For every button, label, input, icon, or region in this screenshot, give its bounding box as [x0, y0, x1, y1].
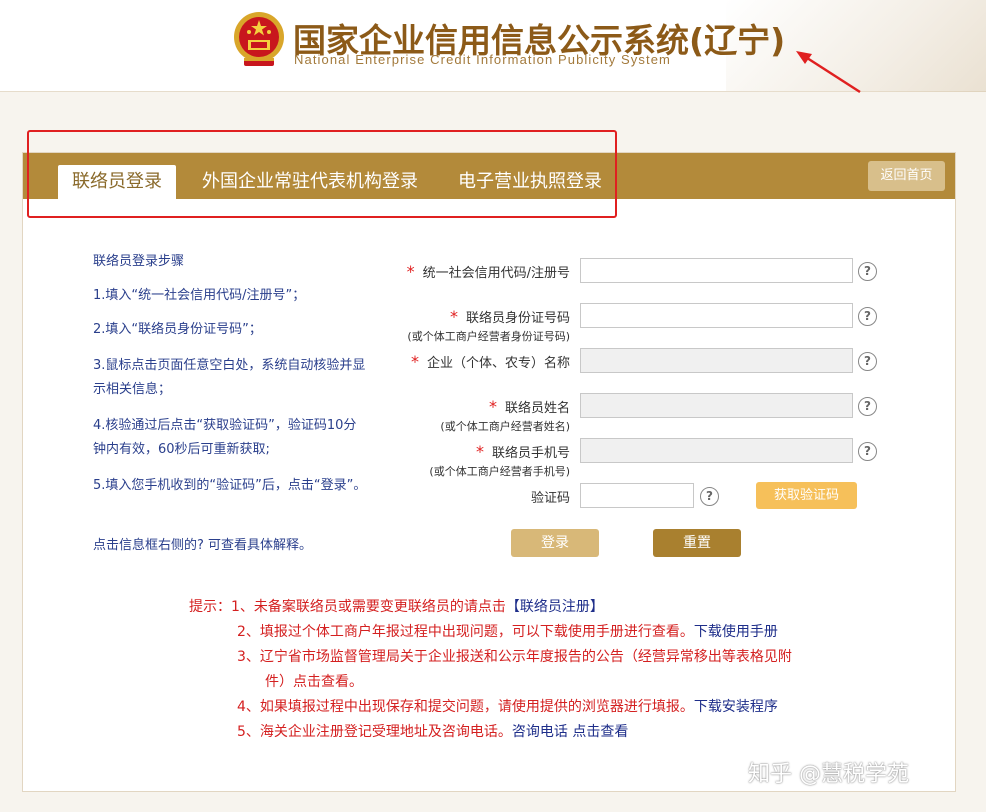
- login-button[interactable]: 登录: [511, 529, 599, 557]
- tip-3-line2[interactable]: 件）点击查看。: [265, 672, 363, 692]
- site-header: 国家企业信用信息公示系统(辽宁) National Enterprise Cre…: [0, 0, 986, 94]
- tip-2: 2、填报过个体工商户年报过程中出现问题，可以下载使用手册进行查看。下载使用手册: [237, 624, 778, 640]
- required-mark: *: [488, 397, 497, 416]
- help-icon[interactable]: ?: [858, 352, 877, 371]
- step-item: 3.鼠标点击页面任意空白处，系统自动核验并显示相关信息；: [93, 358, 366, 397]
- required-mark: *: [449, 307, 458, 326]
- credit-code-input[interactable]: [580, 258, 853, 283]
- help-icon[interactable]: ?: [858, 262, 877, 281]
- reset-button[interactable]: 重置: [653, 529, 741, 557]
- help-icon[interactable]: ?: [858, 307, 877, 326]
- credit-code-label: * 统一社会信用代码/注册号: [406, 262, 570, 281]
- phone-label: * 联络员手机号: [475, 442, 570, 461]
- id-number-sublabel: (或个体工商户经营者身份证号码): [407, 330, 570, 343]
- site-subtitle: National Enterprise Credit Information P…: [294, 52, 671, 67]
- step-item: 5.填入您手机收到的“验证码”后，点击“登录”。: [93, 478, 367, 493]
- step-item: 4.核验通过后点击“获取验证码”，验证码10分钟内有效，60秒后可重新获取;: [93, 418, 357, 457]
- liaison-register-link[interactable]: 【联络员注册】: [506, 599, 604, 615]
- help-icon[interactable]: ?: [700, 487, 719, 506]
- help-note: 点击信息框右侧的? 可查看具体解释。: [93, 538, 313, 553]
- national-emblem-icon: [234, 12, 284, 66]
- verify-code-input[interactable]: [580, 483, 694, 508]
- liaison-name-input[interactable]: [580, 393, 853, 418]
- zhihu-watermark: 知乎 @慧税学苑: [748, 762, 909, 787]
- step-item: 2.填入“联络员身份证号码”；: [93, 322, 262, 337]
- download-manual-link[interactable]: 下载使用手册: [694, 624, 778, 640]
- company-name-label: * 企业（个体、农专）名称: [410, 352, 570, 371]
- verify-code-label: 验证码: [530, 491, 570, 506]
- get-code-button[interactable]: 获取验证码: [756, 482, 857, 509]
- back-home-button[interactable]: 返回首页: [868, 161, 945, 191]
- download-installer-link[interactable]: 下载安装程序: [694, 699, 778, 715]
- steps-title: 联络员登录步骤: [93, 254, 185, 269]
- phone-sublabel: (或个体工商户经营者手机号): [429, 465, 570, 478]
- company-name-input[interactable]: [580, 348, 853, 373]
- tip-4: 4、如果填报过程中出现保存和提交问题，请使用提供的浏览器进行填报。下载安装程序: [237, 699, 778, 715]
- required-mark: *: [406, 262, 415, 281]
- id-number-input[interactable]: [580, 303, 853, 328]
- tip-5: 5、海关企业注册登记受理地址及咨询电话。咨询电话 点击查看: [237, 724, 629, 740]
- liaison-name-label: * 联络员姓名: [488, 397, 570, 416]
- consult-phone-link[interactable]: 咨询电话 点击查看: [512, 724, 628, 740]
- required-mark: *: [410, 352, 419, 371]
- id-number-label: * 联络员身份证号码: [449, 307, 570, 326]
- help-icon[interactable]: ?: [858, 397, 877, 416]
- tip-1: 提示：1、未备案联络员或需要变更联络员的请点击【联络员注册】: [189, 599, 604, 615]
- required-mark: *: [475, 442, 484, 461]
- tip-3-line1[interactable]: 3、辽宁省市场监督管理局关于企业报送和公示年度报告的公告（经营异常移出等表格见附: [237, 647, 792, 667]
- step-item: 1.填入“统一社会信用代码/注册号”；: [93, 288, 306, 303]
- liaison-name-sublabel: (或个体工商户经营者姓名): [440, 420, 570, 433]
- help-icon[interactable]: ?: [858, 442, 877, 461]
- annotation-red-box: [27, 130, 617, 218]
- phone-input[interactable]: [580, 438, 853, 463]
- annotation-arrow-icon: [796, 51, 861, 94]
